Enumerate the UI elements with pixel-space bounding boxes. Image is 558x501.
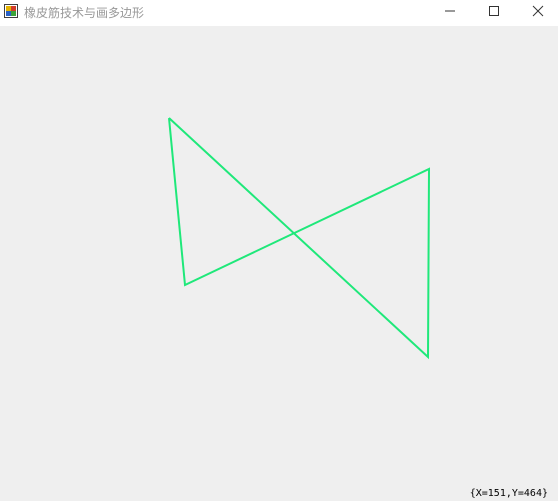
maximize-icon xyxy=(488,2,500,21)
minimize-button[interactable] xyxy=(428,0,472,22)
drawing-canvas[interactable] xyxy=(0,26,558,501)
maximize-button[interactable] xyxy=(472,0,516,22)
app-icon[interactable] xyxy=(4,3,18,18)
window-title: 橡皮筋技术与画多边形 xyxy=(24,6,145,20)
minimize-icon xyxy=(444,2,456,21)
polygon-outline xyxy=(168,117,431,360)
drawing-area[interactable]: {X=151,Y=464} xyxy=(0,26,558,501)
mouse-coordinates-label: {X=151,Y=464} xyxy=(469,488,548,499)
close-button[interactable] xyxy=(516,0,558,22)
app-window: 橡皮筋技术与画多边形 {X=151,Y=464} xyxy=(0,0,558,501)
title-bar[interactable]: 橡皮筋技术与画多边形 xyxy=(0,0,558,26)
close-icon xyxy=(532,2,544,21)
